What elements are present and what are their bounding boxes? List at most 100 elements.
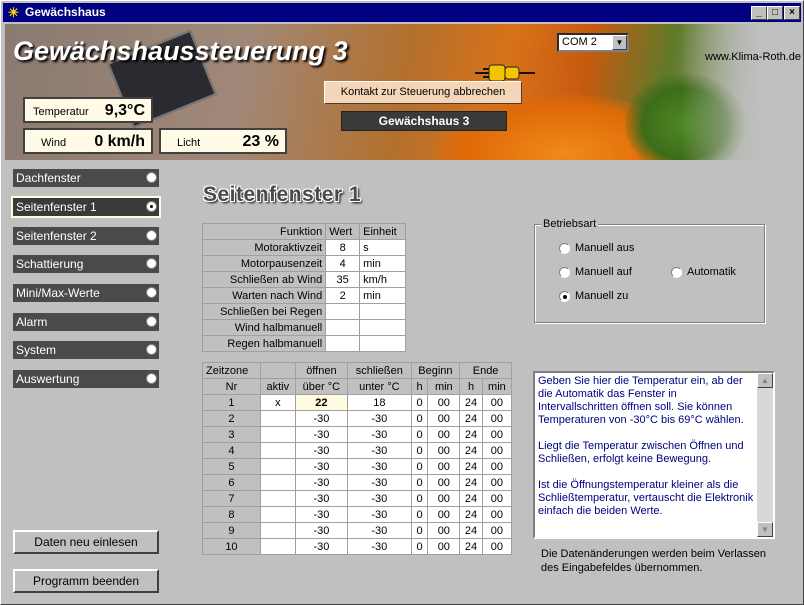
zone-cell[interactable]: -30 <box>347 410 412 427</box>
nav-item-schattierung[interactable]: Schattierung <box>13 255 159 273</box>
scroll-up-icon[interactable]: ▲ <box>757 373 773 388</box>
zone-cell[interactable]: 00 <box>481 538 513 555</box>
zone-cell[interactable] <box>259 474 296 491</box>
zone-cell[interactable]: 0 <box>410 394 429 411</box>
nav-item-seitenfenster-2[interactable]: Seitenfenster 2 <box>13 227 159 245</box>
zone-cell[interactable]: -30 <box>347 474 412 491</box>
zone-cell[interactable]: -30 <box>294 442 349 459</box>
nav-item-alarm[interactable]: Alarm <box>13 313 159 331</box>
zone-cell[interactable]: 0 <box>410 522 429 539</box>
zone-cell[interactable]: -30 <box>294 538 349 555</box>
zone-cell[interactable]: -30 <box>347 538 412 555</box>
zone-cell[interactable]: -30 <box>347 426 412 443</box>
value-cell[interactable] <box>325 303 361 320</box>
zone-cell[interactable]: 00 <box>427 474 461 491</box>
zone-cell[interactable]: 22 <box>294 394 349 411</box>
zone-cell[interactable]: 00 <box>427 522 461 539</box>
zone-cell[interactable]: 0 <box>410 474 429 491</box>
zone-cell[interactable]: 00 <box>427 538 461 555</box>
zone-cell[interactable] <box>259 490 296 507</box>
zone-cell[interactable]: -30 <box>294 410 349 427</box>
zone-cell[interactable] <box>259 442 296 459</box>
minimize-button[interactable]: _ <box>751 6 767 20</box>
zone-cell[interactable]: -30 <box>294 474 349 491</box>
zone-cell[interactable]: -30 <box>294 490 349 507</box>
zone-cell[interactable]: 18 <box>347 394 412 411</box>
zone-cell[interactable]: 0 <box>410 490 429 507</box>
zone-cell[interactable]: 24 <box>459 394 483 411</box>
exit-program-button[interactable]: Programm beenden <box>13 569 159 593</box>
value-cell[interactable] <box>325 319 361 336</box>
zone-cell[interactable]: 00 <box>427 506 461 523</box>
zone-cell[interactable]: 24 <box>459 458 483 475</box>
zone-cell[interactable]: -30 <box>347 506 412 523</box>
zone-cell[interactable]: 00 <box>427 410 461 427</box>
zone-cell[interactable]: -30 <box>347 442 412 459</box>
zone-cell[interactable]: 24 <box>459 474 483 491</box>
zone-cell[interactable]: 24 <box>459 506 483 523</box>
zone-cell[interactable]: 00 <box>427 394 461 411</box>
zone-cell[interactable]: x <box>259 394 296 411</box>
value-cell[interactable]: 35 <box>325 271 361 288</box>
column-header: unter °C <box>347 378 412 395</box>
help-scrollbar[interactable]: ▲ ▼ <box>757 373 773 537</box>
scroll-down-icon[interactable]: ▼ <box>757 522 773 537</box>
zone-cell[interactable]: 24 <box>459 490 483 507</box>
zone-cell[interactable]: 24 <box>459 442 483 459</box>
zone-cell[interactable]: -30 <box>347 458 412 475</box>
zone-cell[interactable]: -30 <box>294 426 349 443</box>
zone-cell[interactable]: -30 <box>347 522 412 539</box>
zone-cell[interactable] <box>259 522 296 539</box>
com-port-select[interactable]: COM 2 ▼ <box>557 33 629 52</box>
zone-cell[interactable]: 0 <box>410 410 429 427</box>
cancel-contact-button[interactable]: Kontakt zur Steuerung abbrechen <box>324 81 522 104</box>
zone-cell[interactable]: 24 <box>459 538 483 555</box>
zone-cell[interactable]: 00 <box>481 410 513 427</box>
reload-data-button[interactable]: Daten neu einlesen <box>13 530 159 554</box>
zone-cell[interactable]: 24 <box>459 426 483 443</box>
help-textbox[interactable]: Geben Sie hier die Temperatur ein, ab de… <box>533 371 775 539</box>
temperature-label: Temperatur <box>33 106 89 118</box>
zone-cell[interactable]: 0 <box>410 426 429 443</box>
title-bar[interactable]: ☀ Gewächshaus _ □ × <box>3 3 801 22</box>
zone-cell[interactable]: -30 <box>294 458 349 475</box>
chevron-down-icon[interactable]: ▼ <box>612 35 627 50</box>
zone-cell[interactable]: -30 <box>347 490 412 507</box>
zone-cell[interactable]: 0 <box>410 458 429 475</box>
zone-cell[interactable] <box>259 426 296 443</box>
nav-item-dachfenster[interactable]: Dachfenster <box>13 169 159 187</box>
zone-cell[interactable] <box>259 458 296 475</box>
value-cell[interactable]: 4 <box>325 255 361 272</box>
zone-cell[interactable]: 00 <box>481 522 513 539</box>
zone-cell[interactable]: 24 <box>459 522 483 539</box>
zone-cell[interactable]: -30 <box>294 506 349 523</box>
zone-cell[interactable]: 0 <box>410 506 429 523</box>
value-cell[interactable]: 2 <box>325 287 361 304</box>
zone-cell[interactable]: 00 <box>427 458 461 475</box>
zone-cell[interactable]: 00 <box>481 426 513 443</box>
nav-item-mini-max-werte[interactable]: Mini/Max-Werte <box>13 284 159 302</box>
zone-cell[interactable]: 00 <box>427 442 461 459</box>
zone-cell[interactable]: 00 <box>481 474 513 491</box>
close-button[interactable]: × <box>784 6 800 20</box>
zone-cell[interactable]: 24 <box>459 410 483 427</box>
zone-cell[interactable]: 00 <box>481 490 513 507</box>
value-cell[interactable] <box>325 335 361 352</box>
zone-cell[interactable] <box>259 410 296 427</box>
zone-cell[interactable] <box>259 538 296 555</box>
zone-cell[interactable]: 00 <box>481 394 513 411</box>
maximize-button[interactable]: □ <box>767 6 783 20</box>
nav-item-auswertung[interactable]: Auswertung <box>13 370 159 388</box>
zone-cell[interactable]: 0 <box>410 442 429 459</box>
nav-item-seitenfenster-1[interactable]: Seitenfenster 1 <box>11 196 161 218</box>
zone-cell[interactable]: 00 <box>427 426 461 443</box>
zone-cell[interactable]: -30 <box>294 522 349 539</box>
nav-item-system[interactable]: System <box>13 341 159 359</box>
zone-cell[interactable]: 0 <box>410 538 429 555</box>
zone-cell[interactable]: 00 <box>481 506 513 523</box>
zone-cell[interactable]: 00 <box>427 490 461 507</box>
zone-cell[interactable]: 00 <box>481 458 513 475</box>
value-cell[interactable]: 8 <box>325 239 361 256</box>
zone-cell[interactable]: 00 <box>481 442 513 459</box>
zone-cell[interactable] <box>259 506 296 523</box>
